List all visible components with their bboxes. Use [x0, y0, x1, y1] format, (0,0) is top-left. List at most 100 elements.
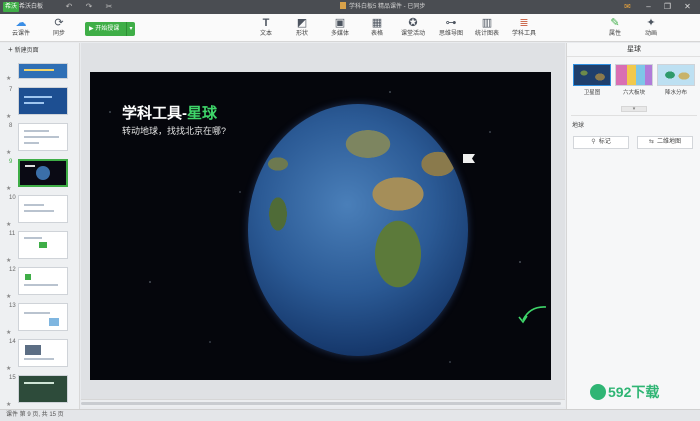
page-thumbnail[interactable]: 7 ★ [0, 87, 79, 121]
thumb-line [25, 165, 35, 167]
map-option-plates[interactable]: 六大板块 [615, 64, 653, 96]
precipitation-map-image [657, 64, 695, 86]
mark-button[interactable]: ⚲ 标记 [573, 136, 629, 149]
app-name: 希沃白板 [19, 4, 44, 10]
slide-canvas[interactable]: 学科工具-星球 转动地球，找找北京在哪? [90, 72, 551, 380]
close-button[interactable]: ✕ [682, 2, 693, 12]
slide-canvas-area: 学科工具-星球 转动地球，找找北京在哪? [81, 43, 565, 399]
panel-title: 星球 [567, 43, 700, 57]
redo-icon[interactable]: ↷ [84, 2, 94, 12]
thumbnail-image [18, 231, 68, 259]
thumb-line [24, 237, 42, 239]
page-thumbnail[interactable]: 12 ★ [0, 267, 79, 301]
tool-properties[interactable]: ✎ 属性 [600, 16, 630, 39]
thumbnail-image [18, 267, 68, 295]
page-number: 8 [9, 123, 13, 129]
page-thumbnail[interactable]: 8 ★ [0, 123, 79, 157]
star-icon: ★ [6, 114, 12, 120]
mail-icon[interactable]: ✉ [622, 2, 633, 12]
slide-title-accent: 星球 [187, 105, 218, 122]
status-bar: 课件 第 9 页, 共 15 页 [0, 409, 700, 421]
tool-table[interactable]: ▦ 表格 [362, 16, 392, 39]
star-icon: ★ [6, 366, 12, 372]
panel-divider [571, 115, 697, 116]
collapse-toggle[interactable]: ▾ [621, 106, 647, 112]
horizontal-scrollbar[interactable] [81, 399, 565, 407]
2d-map-button[interactable]: ⇆ 二维地图 [637, 136, 693, 149]
slide-title[interactable]: 学科工具-星球 [122, 102, 217, 123]
activity-icon: ✪ [408, 17, 418, 29]
map-option-precipitation[interactable]: 降水分布 [657, 64, 695, 96]
thumbnail-image [18, 159, 68, 187]
tool-shape[interactable]: ◩ 形状 [287, 16, 317, 39]
star-icon: ★ [6, 258, 12, 264]
tool-table-label: 表格 [370, 31, 383, 37]
thumbnail-image [18, 87, 68, 115]
app-logo: 希沃 [3, 2, 20, 12]
slide-subtitle[interactable]: 转动地球，找找北京在哪? [122, 124, 226, 137]
star-icon: ★ [6, 150, 12, 156]
page-thumbnail[interactable]: 15 ★ [0, 375, 79, 409]
thumb-block [25, 274, 31, 280]
page-thumbnail[interactable]: 14 ★ [0, 339, 79, 373]
scrollbar-thumb[interactable] [81, 402, 561, 405]
new-page-button[interactable]: + 新建页面 [8, 45, 39, 56]
minimize-button[interactable]: – [643, 2, 654, 12]
page-thumbnail[interactable]: 10 ★ [0, 195, 79, 229]
sync-icon: ⟳ [54, 17, 64, 29]
thumb-line [24, 69, 54, 71]
earth-globe[interactable] [248, 104, 468, 356]
page-number: 7 [9, 87, 13, 93]
thumbnail-image [18, 195, 68, 223]
tool-chart[interactable]: ▥ 统计图表 [472, 16, 502, 39]
new-page-label: 新建页面 [14, 48, 39, 54]
watermark-icon [590, 384, 606, 400]
document-title: 学科白板5 精品课件 - 已同步 [340, 0, 425, 14]
tool-text[interactable]: T 文本 [251, 16, 281, 39]
tool-mind-map[interactable]: ⊶ 思维导图 [436, 16, 466, 39]
map-option-satellite[interactable]: 卫星图 [573, 64, 611, 96]
thumb-line [24, 136, 59, 138]
page-thumbnail[interactable]: ★ [0, 63, 79, 83]
page-thumbnail-selected[interactable]: 9 ★ [0, 159, 79, 193]
sync-button[interactable]: ⟳ 同步 [44, 16, 74, 39]
chart-icon: ▥ [481, 17, 493, 29]
sparkle-icon: ✦ [646, 17, 656, 29]
thumb-block [49, 318, 59, 326]
pin-icon: ⚲ [591, 139, 596, 145]
swap-icon: ⇆ [648, 139, 654, 145]
star-icon: ★ [6, 330, 12, 336]
undo-icon[interactable]: ↶ [64, 2, 74, 12]
thumb-line [24, 210, 54, 212]
text-icon: T [262, 17, 270, 29]
tool-media[interactable]: ▣ 多媒体 [325, 16, 355, 39]
maximize-button[interactable]: ❐ [662, 2, 673, 12]
tool-subject-label: 学科工具 [511, 31, 536, 37]
page-number: 14 [9, 339, 16, 345]
brush-icon: ✎ [610, 17, 620, 29]
cloud-courseware-button[interactable]: ☁ 云课件 [6, 16, 36, 39]
tool-mind-map-label: 思维导图 [438, 31, 463, 37]
thumb-line [24, 102, 44, 104]
chevron-down-icon[interactable]: ▾ [126, 22, 135, 36]
tool-media-label: 多媒体 [330, 31, 349, 37]
subject-tool-icon: ≣ [519, 17, 529, 29]
thumb-line [24, 358, 54, 360]
start-teaching-button[interactable]: ▶ 开始授课 ▾ [85, 22, 135, 36]
mark-label: 标记 [598, 139, 611, 145]
scissors-icon[interactable]: ✂ [104, 2, 114, 12]
thumb-line [24, 284, 58, 286]
tool-subject[interactable]: ≣ 学科工具 [509, 16, 539, 39]
tool-text-label: 文本 [259, 31, 272, 37]
cloud-label: 云课件 [11, 31, 30, 37]
plates-map-image [615, 64, 653, 86]
thumbnail-image [18, 123, 68, 151]
tool-animation[interactable]: ✦ 动画 [636, 16, 666, 39]
page-thumbnail[interactable]: 13 ★ [0, 303, 79, 337]
plus-icon: + [8, 45, 13, 54]
table-icon: ▦ [371, 17, 383, 29]
page-thumbnail[interactable]: 11 ★ [0, 231, 79, 265]
thumbnail-image [18, 375, 68, 403]
thumb-line [24, 312, 50, 314]
tool-class-activity[interactable]: ✪ 课堂活动 [398, 16, 428, 39]
